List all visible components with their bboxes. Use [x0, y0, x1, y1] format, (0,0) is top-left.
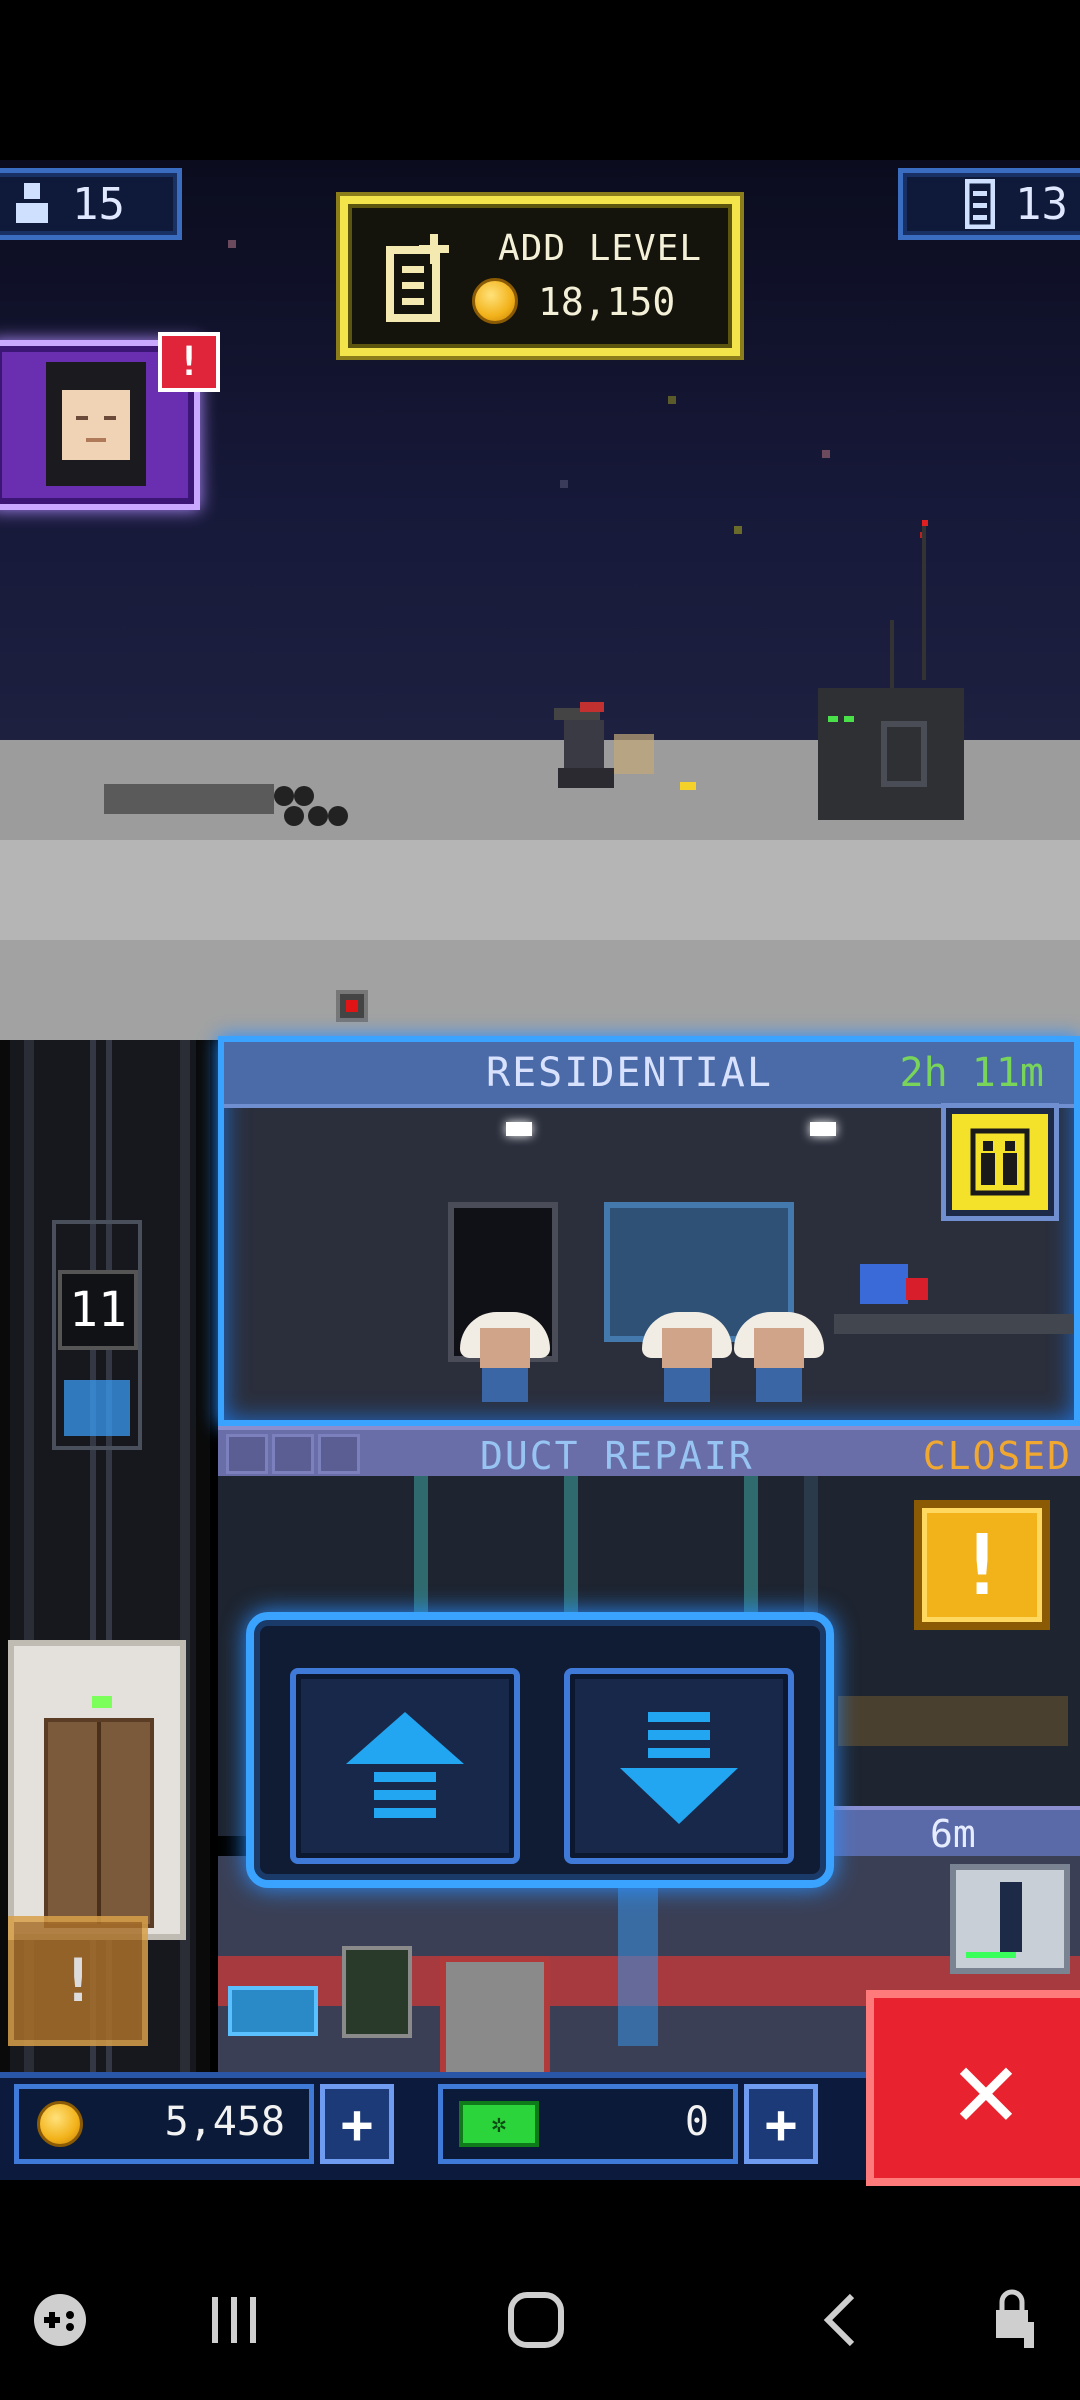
game-screen: 15 13 ADD LEVEL 18,150 ! 11 ! RESIDENTIA… — [0, 0, 1080, 2400]
residential-floor[interactable]: RESIDENTIAL 2h 11m — [218, 1036, 1080, 1426]
roof-red-light — [336, 990, 368, 1022]
duct-repair-header: DUCT REPAIR CLOSED — [218, 1426, 1080, 1478]
levels-counter[interactable]: 13 — [898, 168, 1080, 240]
elevator-car[interactable] — [8, 1640, 186, 1940]
buy-bux-button[interactable]: + — [744, 2084, 818, 2164]
elevator-door — [44, 1718, 154, 1928]
roof-generator-icon — [818, 520, 964, 820]
levels-value: 13 — [1015, 178, 1068, 230]
tenant[interactable] — [642, 1302, 732, 1402]
elevator-down-button[interactable] — [564, 1668, 794, 1864]
roof-bitizen-robot-icon — [554, 702, 696, 790]
worker-slot[interactable] — [318, 1434, 360, 1474]
tenant[interactable] — [460, 1302, 550, 1402]
avatar-alert-badge: ! — [158, 332, 220, 392]
home-icon[interactable] — [496, 2280, 576, 2360]
duct-repair-alert-button[interactable]: ! — [914, 1500, 1050, 1630]
elevator-control-panel — [246, 1612, 834, 1888]
tenant[interactable] — [734, 1302, 824, 1402]
bux-value: 0 — [684, 2099, 709, 2145]
back-icon[interactable] — [800, 2280, 880, 2360]
elevator-alert-badge[interactable]: ! — [8, 1916, 148, 2046]
system-nav-bar — [0, 2240, 1080, 2400]
lower-floor-timer: 6m — [930, 1812, 976, 1856]
bux-icon: ✲ — [459, 2101, 539, 2147]
bux-display: ✲ 0 — [438, 2084, 738, 2164]
residential-title: RESIDENTIAL — [486, 1050, 773, 1096]
coin-icon — [37, 2101, 83, 2147]
elevator-up-button[interactable] — [290, 1668, 520, 1864]
touch-lock-icon[interactable] — [980, 2280, 1060, 2360]
down-arrow-icon — [620, 1712, 738, 1824]
roof-cannon-icon — [104, 784, 348, 826]
population-counter[interactable]: 15 — [0, 168, 182, 240]
lift-icon[interactable] — [950, 1864, 1070, 1974]
worker-slot[interactable] — [226, 1434, 268, 1474]
person-icon — [16, 183, 48, 223]
up-arrow-icon — [346, 1712, 464, 1818]
game-launcher-icon[interactable] — [20, 2280, 100, 2360]
residential-header: RESIDENTIAL 2h 11m — [224, 1042, 1074, 1108]
building-icon — [965, 179, 996, 229]
hooded-face-icon — [46, 362, 146, 486]
tower-roof — [0, 520, 1080, 1040]
add-level-button[interactable]: ADD LEVEL 18,150 — [340, 196, 740, 356]
coins-value: 5,458 — [164, 2099, 285, 2145]
population-value: 15 — [72, 178, 125, 230]
move-tenant-icon — [970, 1128, 1030, 1196]
close-button[interactable]: ✕ — [866, 1990, 1080, 2186]
coin-icon — [472, 278, 518, 324]
add-level-label: ADD LEVEL — [498, 228, 703, 269]
worker-slot[interactable] — [272, 1434, 314, 1474]
add-level-icon — [386, 234, 449, 322]
buy-coins-button[interactable]: + — [320, 2084, 394, 2164]
recent-apps-icon[interactable] — [194, 2280, 274, 2360]
residential-timer: 2h 11m — [899, 1050, 1045, 1096]
duct-repair-title: DUCT REPAIR — [480, 1434, 754, 1478]
lower-floor-header: 6m — [818, 1806, 1080, 1856]
elevator-lamp — [92, 1696, 112, 1708]
robot-pet-icon — [860, 1264, 928, 1304]
duct-repair-status: CLOSED — [922, 1434, 1072, 1478]
move-tenant-button[interactable] — [946, 1108, 1054, 1216]
add-level-cost: 18,150 — [538, 280, 676, 324]
coins-display: 5,458 — [14, 2084, 314, 2164]
elevator-floor-indicator: 11 — [58, 1270, 138, 1350]
